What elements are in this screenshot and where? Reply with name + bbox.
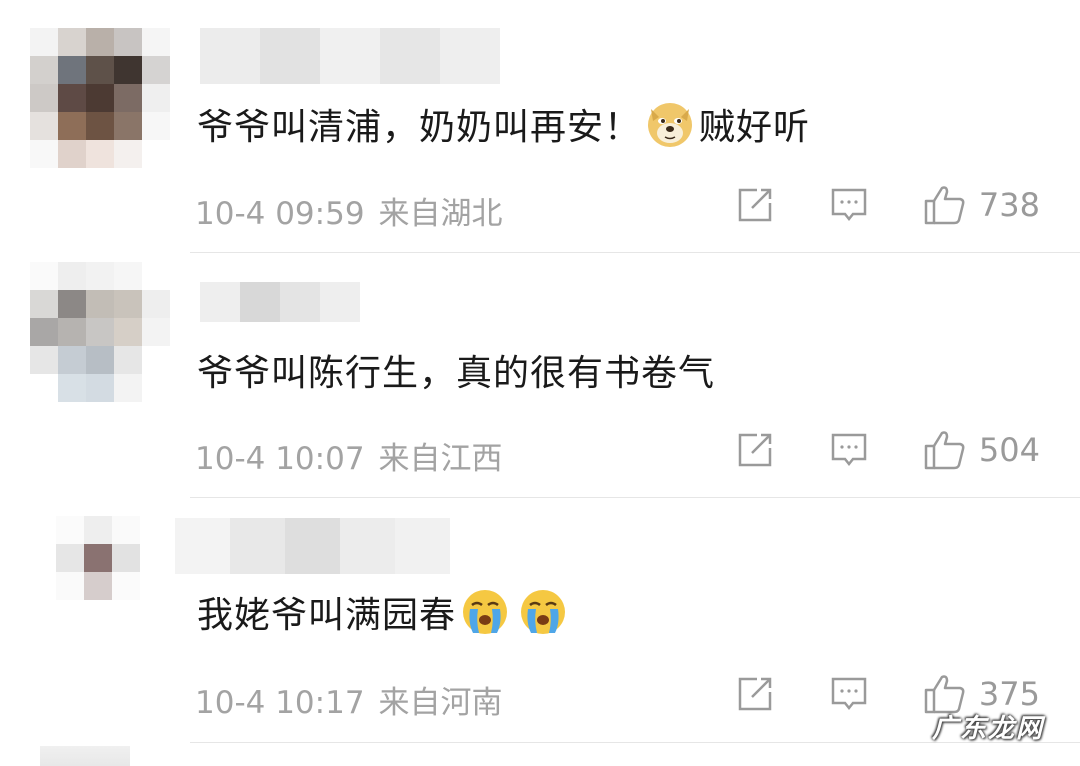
reply-button[interactable] <box>829 185 869 225</box>
avatar[interactable] <box>56 516 140 600</box>
comment-text-tail: 贼好听 <box>699 107 811 148</box>
thumbs-up-icon <box>924 431 965 470</box>
comment-text-main: 我姥爷叫满园春 <box>197 595 457 636</box>
avatar[interactable] <box>30 262 170 402</box>
comment-date: 10-4 10:07 <box>195 441 365 477</box>
watermark: 广东龙网 <box>931 714 1044 744</box>
doge-emoji-icon <box>648 103 693 147</box>
like-count: 504 <box>978 431 1040 469</box>
comment-date: 10-4 10:17 <box>195 685 365 721</box>
comment-meta: 10-4 10:17 来自河南 <box>195 677 517 722</box>
share-button[interactable] <box>735 185 775 225</box>
comment-icon <box>831 188 867 222</box>
username-blurred[interactable] <box>200 282 360 322</box>
comment-text-main: 爷爷叫陈行生，真的很有书卷气 <box>197 353 716 394</box>
username-blurred[interactable] <box>175 518 450 574</box>
share-icon <box>738 433 772 467</box>
avatar[interactable] <box>30 28 170 168</box>
thumbs-up-icon <box>924 186 965 225</box>
like-button[interactable]: 738 <box>923 184 1040 226</box>
divider <box>190 497 1080 498</box>
comment-meta: 10-4 09:59 来自湖北 <box>195 188 517 233</box>
like-button[interactable]: 504 <box>923 429 1040 471</box>
share-icon <box>738 188 772 222</box>
comment-meta: 10-4 10:07 来自江西 <box>195 433 517 478</box>
comment-actions: 738 <box>735 184 1040 226</box>
divider <box>190 252 1080 253</box>
share-icon <box>738 677 772 711</box>
username-blurred[interactable] <box>200 28 500 84</box>
comment-icon <box>831 433 867 467</box>
reply-button[interactable] <box>829 430 869 470</box>
share-button[interactable] <box>735 674 775 714</box>
comment-location: 来自湖北 <box>378 196 503 232</box>
comment-icon <box>831 677 867 711</box>
share-button[interactable] <box>735 430 775 470</box>
comment-text: 爷爷叫清浦，奶奶叫再安！ 贼好听 <box>197 98 810 150</box>
avatar[interactable] <box>40 746 130 766</box>
crying-emoji-icon <box>463 590 508 634</box>
comment-text-main: 爷爷叫清浦，奶奶叫再安！ <box>197 107 642 148</box>
comment-location: 来自江西 <box>378 441 503 477</box>
like-count: 738 <box>978 186 1040 224</box>
comment-actions: 504 <box>735 429 1040 471</box>
comment-text: 爷爷叫陈行生，真的很有书卷气 <box>197 344 715 396</box>
comment-location: 来自河南 <box>378 685 503 721</box>
comment-date: 10-4 09:59 <box>195 196 365 232</box>
reply-button[interactable] <box>829 674 869 714</box>
crying-emoji-icon <box>521 590 566 634</box>
comment-text: 我姥爷叫满园春 <box>197 586 572 638</box>
